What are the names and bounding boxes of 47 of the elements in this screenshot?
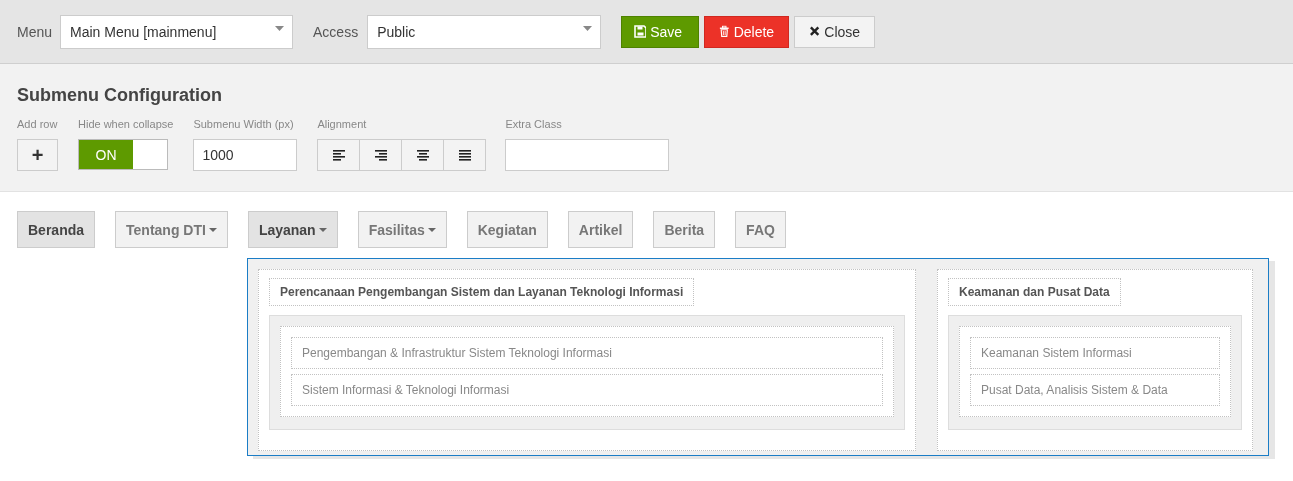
submenu-item[interactable]: Sistem Informasi & Teknologi Informasi [291,374,883,406]
close-button[interactable]: Close [794,15,876,48]
caret-icon [208,227,217,232]
field-label: Alignment [317,118,368,130]
extra-class-input[interactable] [505,139,670,171]
column-title[interactable]: Perencanaan Pengembangan Sistem dan Layanan Teknologi Informasi [269,278,695,306]
menu-item[interactable]: Kegiatan [466,211,548,248]
caret-icon [318,227,327,232]
menu-item[interactable]: Artikel [567,211,634,248]
close-icon [809,25,821,38]
dropdown-field[interactable]: Public [367,15,602,49]
field-label: Add row [17,118,58,130]
caret-icon [275,25,285,31]
menu-item[interactable]: Beranda [17,211,96,248]
section-title: Submenu Configuration [17,85,223,106]
width-input[interactable]: 1000 [193,139,298,171]
align-center-icon [416,149,429,161]
column-title[interactable]: Keamanan dan Pusat Data [948,278,1121,306]
field-label: Extra Class [505,118,563,130]
save-icon [634,25,647,38]
field-label: Hide when collapse [78,118,174,130]
submenu-item[interactable]: Keamanan Sistem Informasi [970,337,1220,369]
dropdown-field[interactable]: Main Menu [mainmenu] [60,15,294,49]
trash-icon [719,25,730,38]
align-justify-icon [458,149,471,161]
align-justify-button[interactable] [443,139,487,171]
align-left-icon [332,149,345,161]
delete-button[interactable]: Delete [704,15,790,48]
field-label: Submenu Width (px) [193,118,295,130]
access-label: Access [313,23,359,40]
align-center-button[interactable] [401,139,445,171]
menu-item[interactable]: FAQ [735,211,786,248]
align-right-button[interactable] [359,139,403,171]
align-left-button[interactable] [317,139,361,171]
save-button[interactable]: Save [621,15,700,48]
menu-label: Menu [17,23,53,40]
toggle-switch[interactable]: ON [78,139,168,170]
add-row-button[interactable]: + [17,139,58,171]
submenu-item[interactable]: Pengembangan & Infrastruktur Sistem Teknologi Informasi [291,337,883,369]
align-right-icon [374,149,387,161]
menu-item[interactable]: Tentang DTI [115,211,228,248]
caret-icon [427,227,436,232]
caret-icon [583,25,593,31]
menu-item[interactable]: Layanan [247,211,338,248]
menu-item[interactable]: Fasilitas [357,211,447,248]
menu-item[interactable]: Berita [653,211,716,248]
submenu-item[interactable]: Pusat Data, Analisis Sistem & Data [970,374,1220,406]
